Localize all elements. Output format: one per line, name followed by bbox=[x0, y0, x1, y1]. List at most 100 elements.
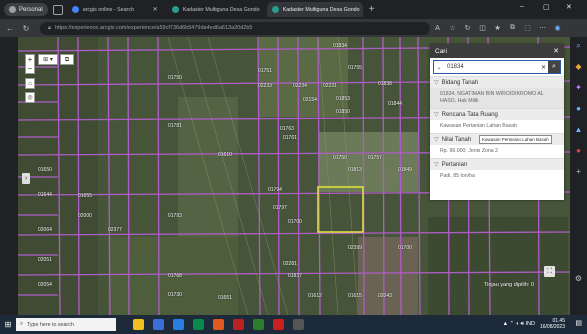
tools-icon[interactable]: ✦ bbox=[570, 83, 587, 100]
games-icon[interactable]: ● bbox=[570, 104, 587, 121]
office-icon[interactable]: ▲ bbox=[570, 125, 587, 142]
close-window-button[interactable]: ✕ bbox=[566, 3, 572, 11]
filter-icon: ▽ bbox=[434, 162, 439, 168]
taskbar-app-icon[interactable] bbox=[213, 319, 224, 330]
browser-tab[interactable]: arcgis online - Search ✕ bbox=[67, 2, 163, 17]
search-result-item[interactable]: Padi, 85 ton/ha bbox=[430, 170, 564, 183]
parcel-label: 01781 bbox=[168, 123, 182, 129]
parcel-label: 01834 bbox=[333, 43, 347, 49]
outlook-icon[interactable]: ● bbox=[570, 146, 587, 163]
browser-tab[interactable]: Kadaster Multiguna Desa Gondo ✕ bbox=[167, 2, 263, 17]
tab-actions-icon[interactable] bbox=[52, 4, 63, 15]
reload-icon[interactable]: ↻ bbox=[20, 24, 32, 33]
taskbar-search-icon: ⌕ bbox=[20, 321, 23, 327]
taskbar-app-icon[interactable] bbox=[233, 319, 244, 330]
search-sidebar-icon[interactable]: ⌕ bbox=[570, 41, 587, 58]
shopping-icon[interactable]: ◆ bbox=[570, 62, 587, 79]
collections-icon[interactable]: ⧉ bbox=[505, 24, 520, 32]
parcel-label: 01844 bbox=[388, 101, 402, 107]
taskbar-app-icon[interactable] bbox=[253, 319, 264, 330]
clear-search-icon[interactable]: ✕ bbox=[539, 64, 548, 71]
collapse-panel-icon[interactable]: › bbox=[22, 173, 30, 184]
browser-tab[interactable]: Kadaster Multiguna Desa Gondo ✕ bbox=[266, 2, 363, 17]
parcel-label: 02377 bbox=[108, 227, 122, 233]
extensions-icon[interactable]: ⬚ bbox=[520, 24, 535, 32]
section-title: Rencana Tata Ruang bbox=[441, 111, 498, 118]
profile-label: Personal bbox=[19, 6, 43, 13]
tab-title: Kadaster Multiguna Desa Gondo bbox=[282, 6, 360, 13]
notifications-icon[interactable]: ▤ bbox=[575, 319, 582, 327]
search-input[interactable]: 01834 bbox=[444, 64, 539, 70]
windows-start-icon[interactable]: ⊞ bbox=[0, 320, 16, 329]
lock-icon: 🔒︎ bbox=[48, 24, 51, 31]
zoom-control: + − bbox=[25, 54, 35, 74]
parcel-label: 02154 bbox=[303, 97, 317, 103]
refresh-page-icon[interactable]: ↻ bbox=[460, 24, 475, 32]
minimize-button[interactable]: – bbox=[520, 3, 524, 10]
new-tab-button[interactable]: + bbox=[369, 4, 375, 15]
zoom-out-button[interactable]: − bbox=[26, 64, 34, 73]
favorites-bar-icon[interactable]: ★ bbox=[490, 24, 505, 32]
taskbar-app-icon[interactable] bbox=[193, 319, 204, 330]
section-title: Nilai Tanah bbox=[441, 136, 472, 143]
tray-icons[interactable]: ▲ ⌃ ◖ 🔊︎ IND bbox=[503, 321, 535, 328]
back-icon[interactable]: ← bbox=[4, 24, 16, 33]
url-text: https://experience.arcgis.com/experience… bbox=[54, 25, 253, 31]
clock[interactable]: 01.45 16/08/2023 bbox=[540, 318, 565, 330]
parcel-label: 01700 bbox=[398, 245, 412, 251]
search-icon[interactable]: ⌕ bbox=[548, 61, 560, 73]
fullscreen-icon[interactable]: ⛶ bbox=[544, 266, 555, 277]
taskbar-app-icon[interactable] bbox=[133, 319, 144, 330]
home-button[interactable]: ⌂ bbox=[25, 78, 35, 89]
result-section-header[interactable]: ▽ Rencana Tata Ruang bbox=[430, 108, 564, 120]
search-panel-title: Cari bbox=[435, 47, 447, 55]
taskbar-app-icon[interactable] bbox=[273, 319, 284, 330]
search-result-item[interactable]: Rp. 96,000; Jenis Zona 2 bbox=[430, 145, 564, 158]
taskbar-app-icon[interactable] bbox=[293, 319, 304, 330]
add-sidebar-icon[interactable]: + bbox=[570, 167, 587, 184]
profile-button[interactable]: Personal bbox=[4, 3, 48, 16]
locate-button[interactable]: ◎ bbox=[25, 92, 35, 103]
parcel-label: 01797 bbox=[273, 205, 287, 211]
parcel-label: 02231 bbox=[323, 83, 337, 89]
basemap-toggle-button[interactable]: ⊞ ▾ bbox=[38, 54, 58, 65]
parcel-label: 01853 bbox=[336, 96, 350, 102]
parcel-label: 01838 bbox=[378, 81, 392, 87]
read-aloud-icon[interactable]: A bbox=[430, 25, 445, 32]
parcel-label: 01813 bbox=[348, 167, 362, 173]
result-section-header[interactable]: ▽ Pertanian bbox=[430, 158, 564, 170]
close-panel-icon[interactable]: ✕ bbox=[553, 47, 559, 55]
language-indicator[interactable]: IND bbox=[526, 321, 535, 327]
sidebar-settings-icon[interactable]: ⚙ bbox=[570, 274, 587, 291]
close-tab-icon[interactable]: ✕ bbox=[153, 6, 158, 13]
profile-avatar-icon bbox=[9, 6, 16, 13]
search-panel-header: Cari ✕ bbox=[430, 44, 564, 58]
parcel-label: 01700 bbox=[288, 219, 302, 225]
search-result-item[interactable]: Kawasan Pertanian Lahan Basah bbox=[430, 120, 564, 133]
url-field[interactable]: 🔒︎ https://experience.arcgis.com/experie… bbox=[40, 21, 430, 35]
parcel-label: 02281 bbox=[283, 261, 297, 267]
taskbar-app-icon[interactable] bbox=[153, 319, 164, 330]
parcel-label: 02043 bbox=[378, 293, 392, 299]
zoom-in-button[interactable]: + bbox=[26, 55, 34, 64]
tab-favicon-icon bbox=[271, 6, 279, 13]
result-sections: ▽ Bidang Tanah 01834, NGATIMAN BIN WIROID… bbox=[430, 76, 564, 183]
parcel-label: 01610 bbox=[218, 152, 232, 158]
result-section-header[interactable]: ▽ Bidang Tanah bbox=[430, 76, 564, 88]
search-result-item[interactable]: 01834, NGATIMAN BIN WIROIDIKROMO AL HASO… bbox=[430, 88, 564, 108]
parcel-label: 02000 bbox=[78, 213, 92, 219]
section-title: Pertanian bbox=[441, 161, 468, 168]
layers-button[interactable]: ⧉ bbox=[60, 54, 74, 65]
maximize-button[interactable]: ▢ bbox=[543, 3, 550, 11]
parcel-label: 01644 bbox=[38, 192, 52, 198]
more-menu-icon[interactable]: ⋯ bbox=[535, 24, 550, 32]
chevron-down-icon[interactable]: ⌄ bbox=[434, 64, 444, 71]
windows-taskbar: ⊞ ⌕ Type here to search ▲ ⌃ ◖ 🔊︎ IND 01.… bbox=[0, 315, 587, 334]
taskbar-search[interactable]: ⌕ Type here to search bbox=[16, 318, 116, 331]
copilot-icon[interactable]: ◉ bbox=[550, 24, 565, 32]
split-screen-icon[interactable]: ◫ bbox=[475, 24, 490, 32]
taskbar-app-icon[interactable] bbox=[173, 319, 184, 330]
parcel-label: 01837 bbox=[288, 273, 302, 279]
favorite-icon[interactable]: ☆ bbox=[445, 24, 460, 32]
parcel-label: 01850 bbox=[336, 109, 350, 115]
